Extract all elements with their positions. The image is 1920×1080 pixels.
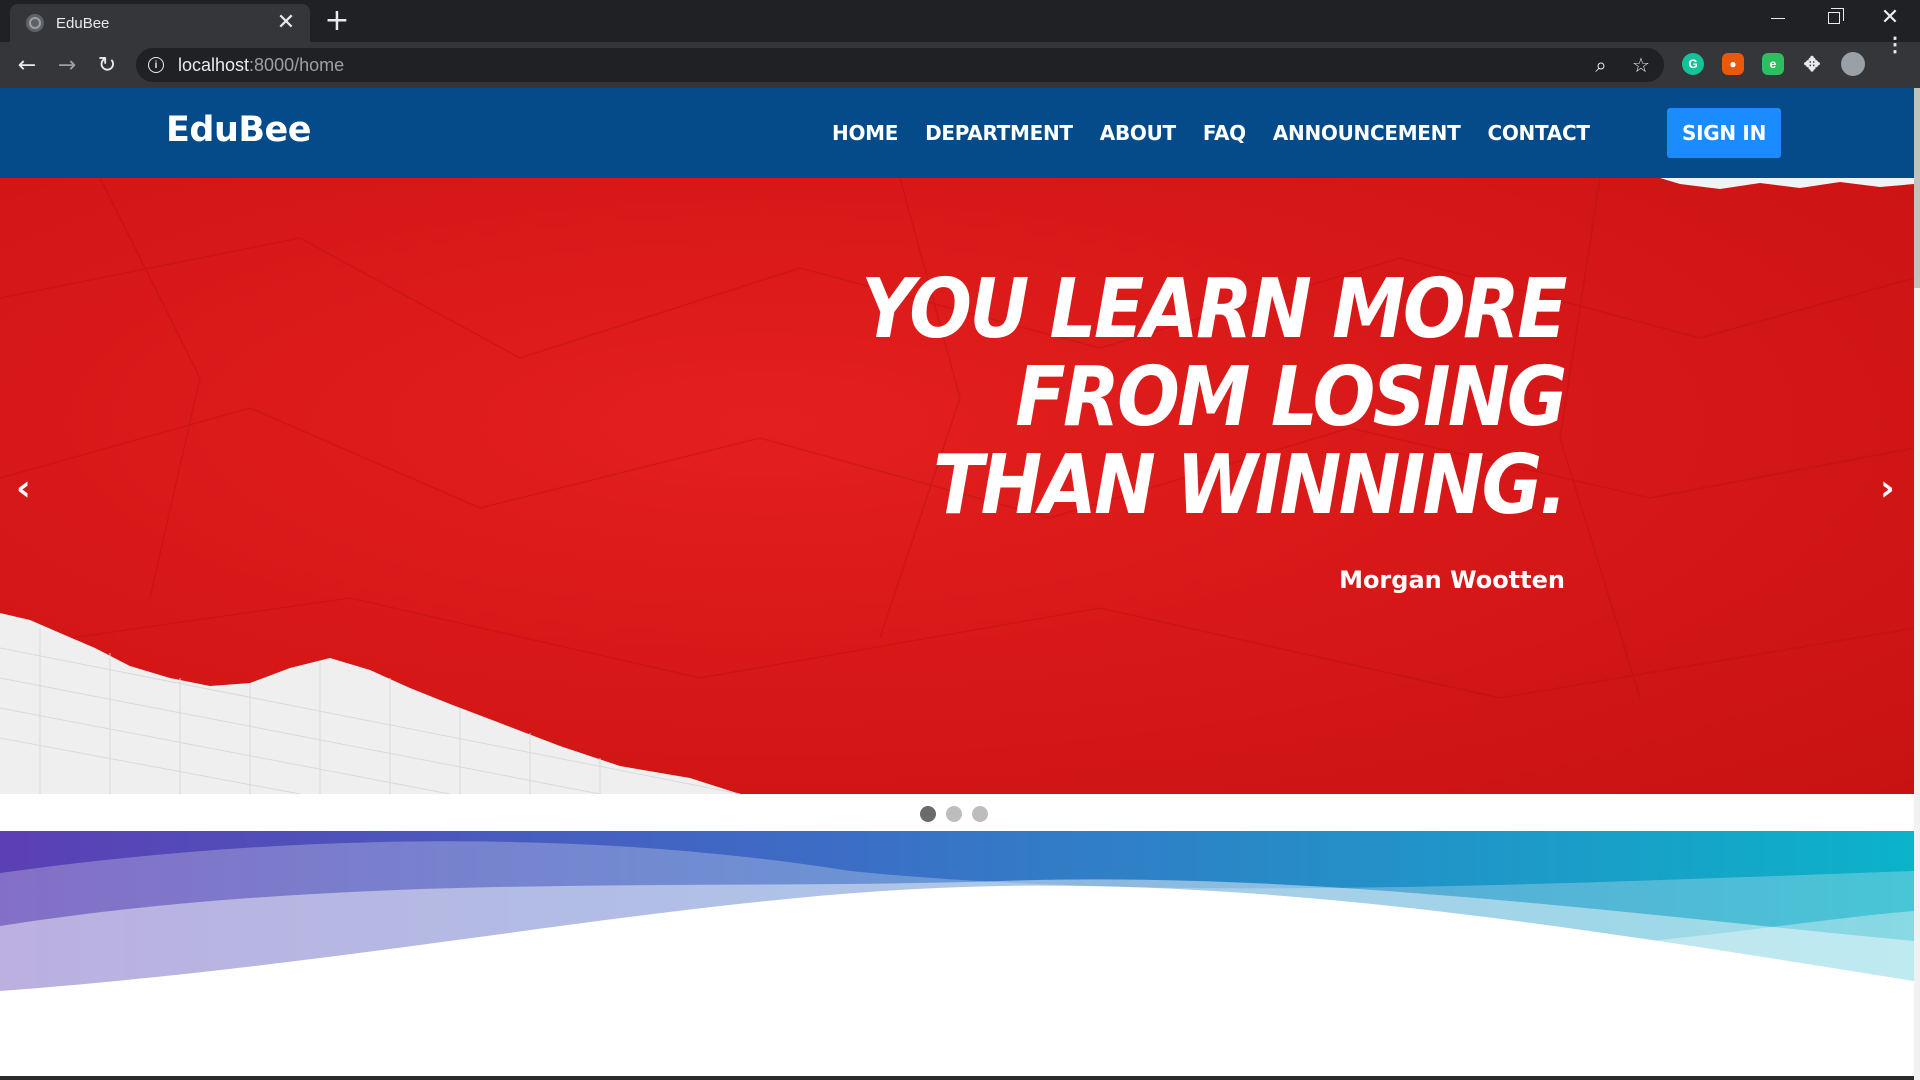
carousel-indicator-dot[interactable] <box>972 806 988 822</box>
address-bar[interactable]: i localhost:8000/home ⌕ ☆ <box>136 48 1664 82</box>
nav-about[interactable]: ABOUT <box>1100 121 1176 145</box>
hero-quote: YOU LEARN MORE FROM LOSING THAN WINNING. <box>861 262 1568 533</box>
tab-title: EduBee <box>56 14 110 32</box>
nav-faq[interactable]: FAQ <box>1203 121 1246 145</box>
info-icon[interactable]: i <box>148 57 164 73</box>
nav-department[interactable]: DEPARTMENT <box>925 121 1073 145</box>
page-scrollbar[interactable] <box>1914 88 1920 1080</box>
quote-line: THAN WINNING. <box>933 438 1568 533</box>
site-navbar: EduBee HOME DEPARTMENT ABOUT FAQ ANNOUNC… <box>0 88 1914 178</box>
kebab-menu-icon[interactable]: ⋮ <box>1884 33 1906 56</box>
url-host: localhost <box>178 54 250 75</box>
browser-toolbar: ← → ↻ i localhost:8000/home ⌕ ☆ <box>0 42 1920 88</box>
url-text[interactable]: localhost:8000/home <box>178 55 1572 76</box>
carousel-indicator-dot[interactable] <box>946 806 962 822</box>
evernote-icon[interactable]: e <box>1762 53 1784 75</box>
nav-home[interactable]: HOME <box>832 121 898 145</box>
close-icon: ✕ <box>1880 5 1900 30</box>
back-icon[interactable]: ← <box>10 48 44 82</box>
fox-icon[interactable]: ● <box>1722 53 1744 75</box>
quote-line: YOU LEARN MORE <box>861 262 1567 357</box>
zoom-icon[interactable]: ⌕ <box>1590 53 1612 77</box>
avatar-icon[interactable] <box>1841 52 1865 76</box>
carousel-next-button[interactable]: › <box>1880 468 1895 509</box>
page-divider <box>0 1076 1914 1080</box>
star-icon[interactable]: ☆ <box>1630 53 1652 77</box>
main-menu: HOME DEPARTMENT ABOUT FAQ ANNOUNCEMENT C… <box>832 121 1617 145</box>
quote-line: FROM LOSING <box>1015 350 1567 445</box>
wave-decoration <box>0 831 1914 1001</box>
carousel-prev-button[interactable]: ‹ <box>16 468 31 509</box>
url-path: :8000/home <box>249 54 345 75</box>
page-viewport: EduBee HOME DEPARTMENT ABOUT FAQ ANNOUNC… <box>0 88 1914 1080</box>
tab-close-icon[interactable]: ✕ <box>274 12 298 34</box>
nav-contact[interactable]: CONTACT <box>1487 121 1590 145</box>
browser-tab[interactable]: EduBee ✕ <box>10 4 310 42</box>
forward-icon[interactable]: → <box>50 48 84 82</box>
puzzle-icon[interactable]: ✥ <box>1801 53 1823 76</box>
globe-icon <box>26 14 44 32</box>
reload-icon[interactable]: ↻ <box>90 48 124 82</box>
restore-icon <box>1828 8 1844 24</box>
carousel-indicators <box>920 806 998 822</box>
hero-carousel-slide: YOU LEARN MORE FROM LOSING THAN WINNING.… <box>0 178 1914 794</box>
new-tab-button[interactable]: + <box>322 6 352 36</box>
nav-announcement[interactable]: ANNOUNCEMENT <box>1273 121 1461 145</box>
scrollbar-thumb[interactable] <box>1914 88 1920 288</box>
browser-tab-strip: EduBee ✕ + ✕ <box>0 0 1920 42</box>
quote-author: Morgan Wootten <box>1339 566 1565 594</box>
carousel-indicator-dot[interactable] <box>920 806 936 822</box>
restore-button[interactable] <box>1806 0 1862 36</box>
minimize-icon <box>1771 17 1785 19</box>
minimize-button[interactable] <box>1750 0 1806 36</box>
grammarly-icon[interactable]: G <box>1682 53 1704 75</box>
brand-logo[interactable]: EduBee <box>166 110 312 150</box>
sign-in-button[interactable]: SIGN IN <box>1667 108 1781 158</box>
